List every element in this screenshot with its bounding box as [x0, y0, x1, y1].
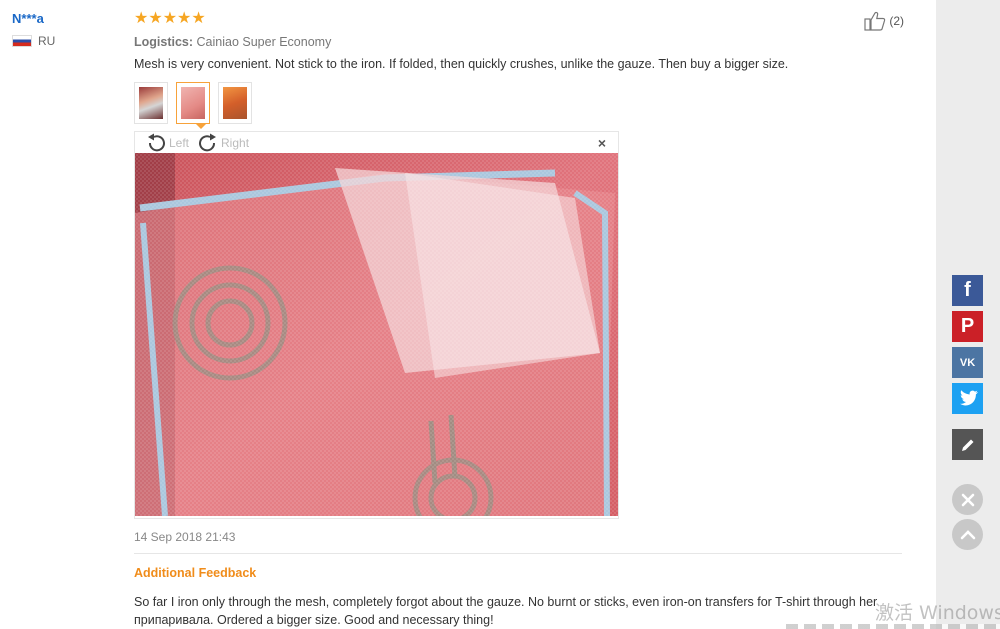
- twitter-icon: [959, 390, 978, 406]
- rotate-left-button[interactable]: Left: [145, 133, 189, 153]
- close-icon: [961, 493, 974, 506]
- divider: [134, 553, 902, 554]
- review-body: ★★★★★ Logistics: Cainiao Super Economy M…: [134, 10, 904, 72]
- review-thumbnail-3[interactable]: [218, 82, 252, 124]
- reviewer-country: RU: [12, 34, 122, 48]
- chevron-up-icon: [960, 529, 975, 539]
- star-rating: ★★★★★: [134, 10, 206, 27]
- active-thumbnail-caret: [196, 124, 206, 129]
- facebook-icon: f: [964, 279, 971, 301]
- logistics-value: Cainiao Super Economy: [196, 35, 332, 49]
- viewer-toolbar: Left Right ×: [135, 132, 618, 153]
- scroll-to-top-button[interactable]: [952, 519, 983, 550]
- close-panel-button[interactable]: [952, 484, 983, 515]
- logistics-label: Logistics:: [134, 35, 194, 49]
- review-thumbnail-1[interactable]: [134, 82, 168, 124]
- windows-activation-watermark: 激活 Windows: [875, 602, 1000, 624]
- review-date: 14 Sep 2018 21:43: [134, 530, 236, 544]
- review-thumbnail-2[interactable]: [176, 82, 210, 124]
- rotate-left-label: Left: [169, 135, 190, 150]
- rotate-right-label: Right: [221, 135, 250, 150]
- edit-button[interactable]: [952, 429, 983, 460]
- review-thumbnails: [134, 82, 260, 124]
- pinterest-share-button[interactable]: P: [952, 311, 983, 342]
- country-code: RU: [38, 34, 56, 48]
- viewer-close-button[interactable]: ×: [598, 135, 606, 151]
- helpful-count: (2): [889, 14, 904, 28]
- reviewer-info: N***a RU: [12, 11, 122, 48]
- facebook-share-button[interactable]: f: [952, 275, 983, 306]
- reviewer-name[interactable]: N***a: [12, 11, 122, 26]
- helpful-button[interactable]: (2): [864, 11, 904, 31]
- vk-icon: VK: [959, 356, 976, 369]
- rotate-right-button[interactable]: Right: [197, 133, 249, 153]
- pinterest-icon: P: [960, 315, 975, 337]
- pencil-icon: [961, 439, 973, 451]
- review-text: Mesh is very convenient. Not stick to th…: [134, 57, 789, 71]
- vk-share-button[interactable]: VK: [952, 347, 983, 378]
- image-viewer: Left Right ×: [134, 131, 619, 519]
- rotate-right-icon: [199, 133, 217, 151]
- additional-feedback-title: Additional Feedback: [134, 566, 257, 580]
- russia-flag-icon: [12, 35, 32, 47]
- mesh-bag-photo: [135, 153, 618, 516]
- review-page: N***a RU ★★★★★ Logistics: Cainiao Super …: [0, 0, 936, 629]
- rotate-left-icon: [148, 133, 165, 151]
- logistics-info: Logistics: Cainiao Super Economy: [134, 35, 904, 49]
- twitter-share-button[interactable]: [952, 383, 983, 414]
- watermark-subtext: [786, 624, 1000, 629]
- review-photo: [135, 153, 618, 516]
- thumbs-up-icon: [864, 11, 886, 31]
